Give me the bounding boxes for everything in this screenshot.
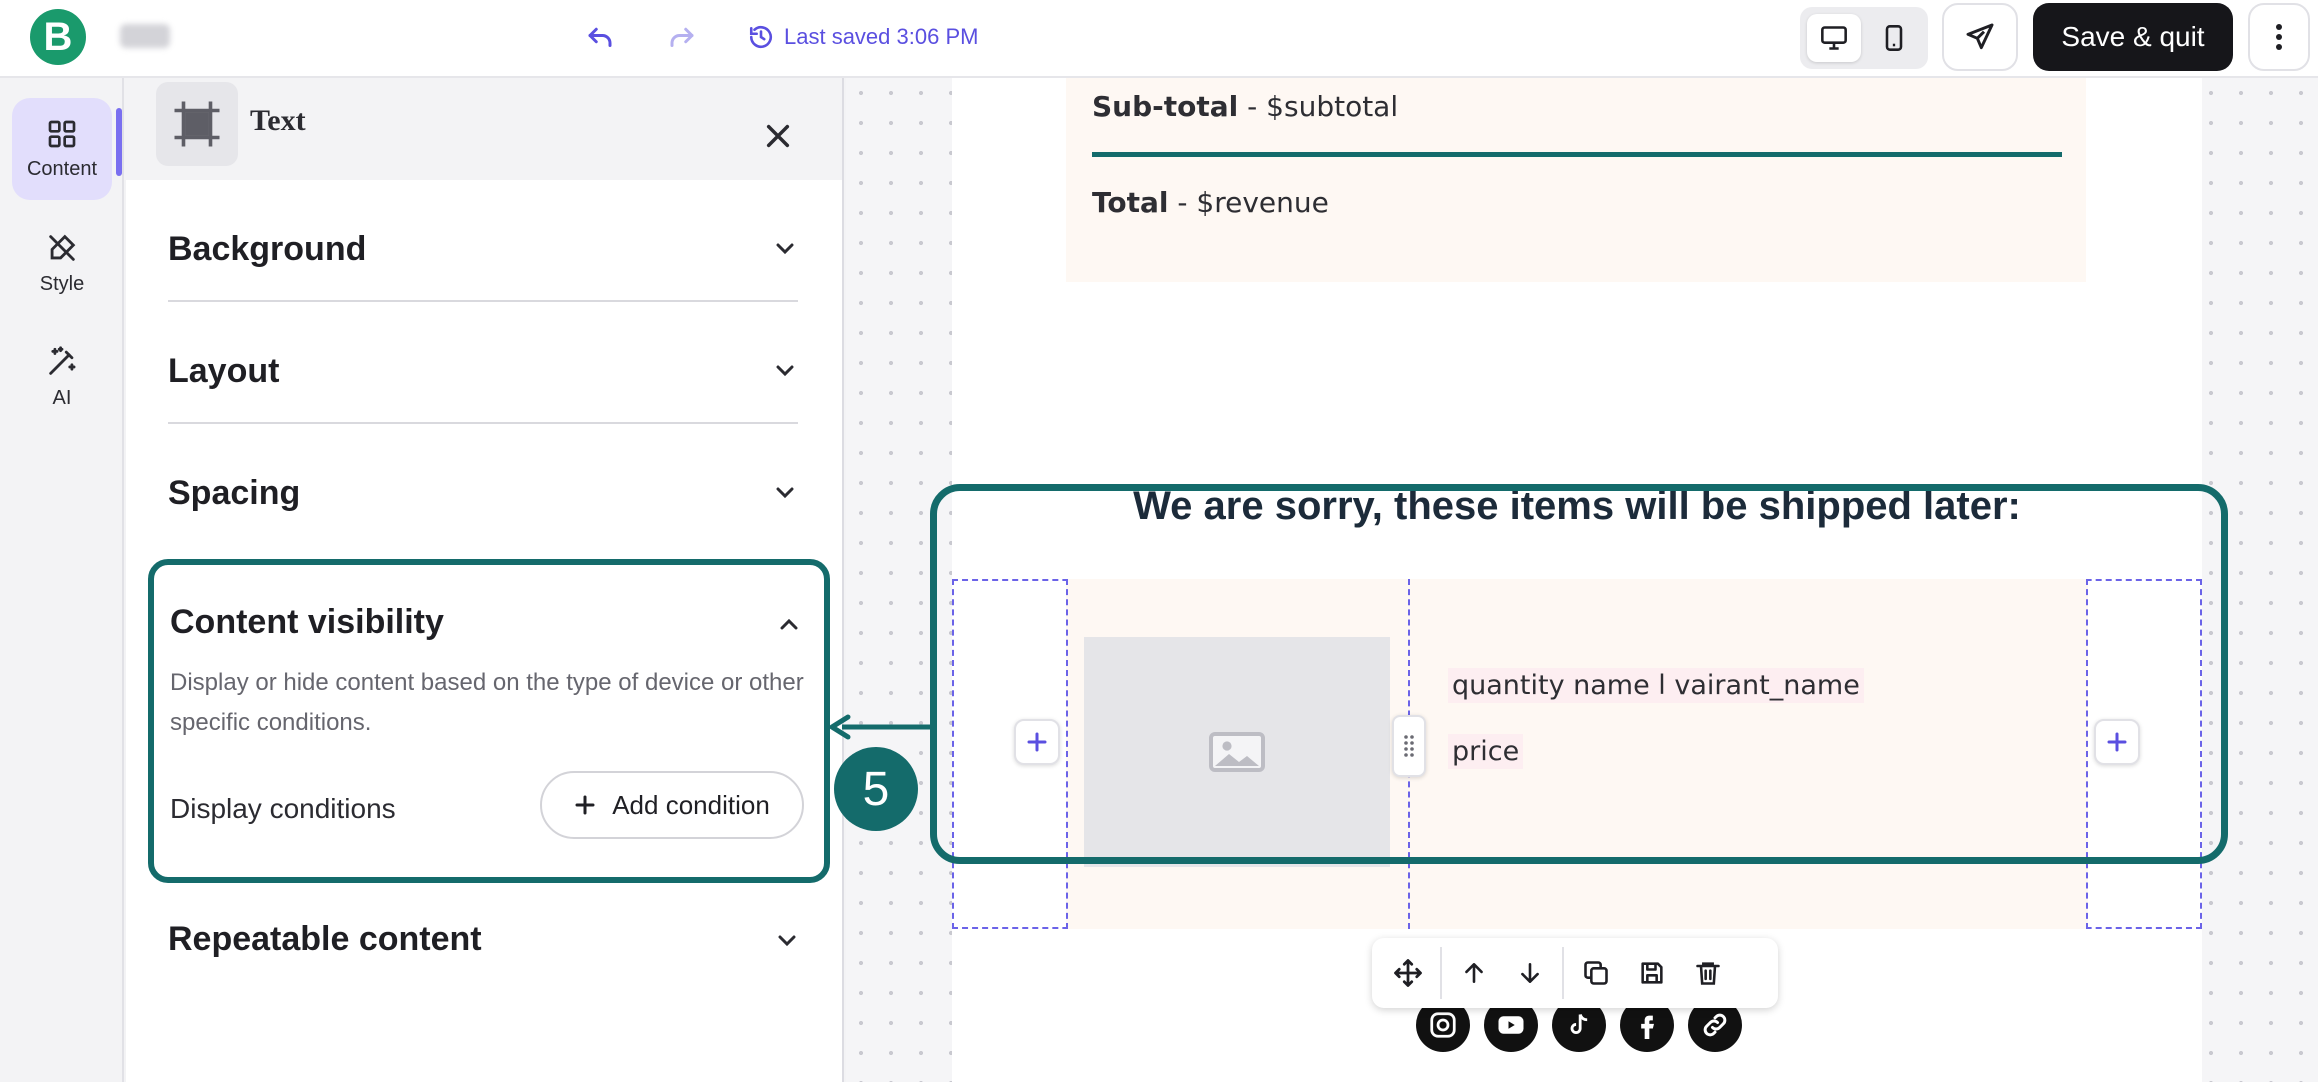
move-down-button[interactable] <box>1502 945 1558 1001</box>
arrow-down-icon <box>1521 963 1539 983</box>
summary-divider <box>1092 152 2062 157</box>
send-icon <box>1966 23 1994 50</box>
subtotal-value: - $subtotal <box>1238 90 1399 123</box>
grid-icon <box>48 120 76 147</box>
section-repeatable-content[interactable]: Repeatable content <box>168 920 482 959</box>
section-background[interactable]: Background <box>168 180 798 302</box>
redo-button[interactable] <box>660 16 704 60</box>
rail-item-label: Content <box>26 157 98 180</box>
total-value: - $revenue <box>1168 186 1329 219</box>
top-bar: B Last saved 3:06 PM Save & quit <box>0 0 2318 78</box>
plus-icon <box>575 795 595 815</box>
panel-header: Text <box>126 78 842 180</box>
save-and-quit-button[interactable]: Save & quit <box>2033 3 2233 71</box>
arrow-up-icon <box>1465 963 1483 983</box>
rail-item-style[interactable]: Style <box>12 212 112 314</box>
close-panel-button[interactable] <box>756 114 800 158</box>
delete-block-button[interactable] <box>1680 945 1736 1001</box>
toolbar-separator <box>1562 947 1564 999</box>
highlight-frame <box>930 484 2228 864</box>
document-name-blurred[interactable] <box>120 24 170 48</box>
content-visibility-description: Display or hide content based on the typ… <box>170 669 804 736</box>
section-spacing[interactable]: Spacing <box>168 424 798 546</box>
rail-item-label: Style <box>39 272 85 295</box>
callout-arrow <box>829 714 934 740</box>
move-block-button[interactable] <box>1380 945 1436 1001</box>
panel-title: Text <box>250 104 306 137</box>
active-indicator <box>116 108 122 176</box>
logo-letter: B <box>43 14 73 59</box>
total-label: Total <box>1092 186 1169 219</box>
redo-icon <box>670 27 694 47</box>
last-saved-text: Last saved 3:06 PM <box>784 24 979 49</box>
duplicate-block-button[interactable] <box>1568 945 1624 1001</box>
undo-button[interactable] <box>578 16 622 60</box>
brand-logo[interactable]: B <box>30 9 86 65</box>
send-test-button[interactable] <box>1942 3 2018 71</box>
rail-item-content[interactable]: Content <box>12 98 112 200</box>
section-label: Background <box>168 230 367 268</box>
text-block-icon <box>156 82 238 166</box>
rail-item-label: AI <box>52 386 72 409</box>
close-icon <box>766 124 790 148</box>
section-label: Spacing <box>168 474 301 512</box>
add-condition-label: Add condition <box>612 789 770 820</box>
mobile-preview-button[interactable] <box>1867 14 1921 62</box>
total-line: Total - $revenue <box>1092 186 1329 219</box>
move-icon <box>1394 959 1422 987</box>
device-preview-toggle <box>1800 7 1928 69</box>
chevron-up-icon[interactable] <box>776 611 802 637</box>
left-rail: Content Style AI <box>0 78 124 1082</box>
display-conditions-label: Display conditions <box>170 793 396 824</box>
section-label: Layout <box>168 352 280 390</box>
chevron-down-icon <box>772 236 798 262</box>
last-saved-status[interactable]: Last saved 3:06 PM <box>748 20 978 54</box>
trash-icon <box>1696 962 1720 985</box>
copy-icon <box>1584 961 1608 985</box>
magic-wand-icon <box>49 345 76 375</box>
chevron-down-icon[interactable] <box>774 928 800 954</box>
undo-icon <box>588 27 612 47</box>
save-icon <box>1641 962 1663 984</box>
section-layout[interactable]: Layout <box>168 302 798 424</box>
block-toolbar <box>1372 938 1778 1008</box>
rail-item-ai[interactable]: AI <box>12 326 112 428</box>
save-block-button[interactable] <box>1624 945 1680 1001</box>
more-vertical-icon <box>2276 24 2282 50</box>
subtotal-line: Sub-total - $subtotal <box>1092 90 1398 123</box>
move-up-button[interactable] <box>1446 945 1502 1001</box>
history-icon <box>749 25 773 49</box>
desktop-icon <box>1821 26 1847 50</box>
content-visibility-section: Content visibility Display or hide conte… <box>148 559 830 883</box>
more-options-button[interactable] <box>2248 3 2310 71</box>
content-visibility-title[interactable]: Content visibility <box>170 603 444 642</box>
chevron-down-icon <box>772 480 798 506</box>
subtotal-label: Sub-total <box>1092 90 1239 123</box>
add-condition-button[interactable]: Add condition <box>540 771 804 839</box>
chevron-down-icon <box>772 358 798 384</box>
toolbar-separator <box>1440 947 1442 999</box>
order-summary-block[interactable]: Sub-total - $subtotal Total - $revenue <box>1066 78 2086 282</box>
desktop-preview-button[interactable] <box>1807 14 1861 62</box>
mobile-icon <box>1885 25 1903 51</box>
step-number-badge: 5 <box>834 747 918 831</box>
brush-icon <box>49 234 76 261</box>
